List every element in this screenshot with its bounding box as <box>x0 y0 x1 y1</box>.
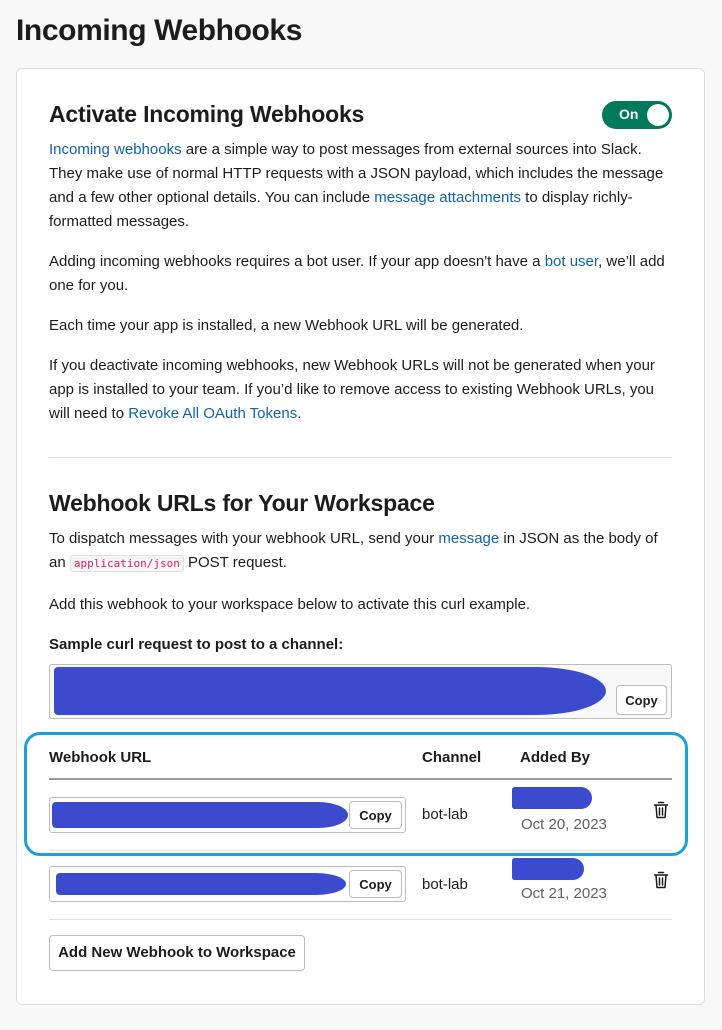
table-header-divider <box>49 778 672 780</box>
webhooks-settings-card: Activate Incoming Webhooks On Incoming w… <box>16 68 705 1005</box>
webhook-channel: bot-lab <box>422 806 468 823</box>
column-header-channel: Channel <box>422 749 482 766</box>
webhooks-section-title: Webhook URLs for Your Workspace <box>49 490 435 516</box>
curl-activate-note: Add this webhook to your workspace below… <box>49 596 531 613</box>
page-title: Incoming Webhooks <box>16 14 302 47</box>
content-type-code: application/json <box>69 555 184 572</box>
dispatch-text-3: POST request. <box>183 554 287 571</box>
revoke-tokens-link[interactable]: Revoke All OAuth Tokens <box>128 405 297 422</box>
redacted-added-by-user <box>512 858 584 880</box>
incoming-webhooks-link[interactable]: Incoming webhooks <box>49 141 182 158</box>
deactivate-text-2: . <box>297 405 302 422</box>
message-link[interactable]: message <box>438 530 499 547</box>
toggle-knob <box>647 104 669 126</box>
copy-webhook-url-button[interactable]: Copy <box>349 870 402 898</box>
redacted-added-by-user <box>512 787 592 809</box>
install-note: Each time your app is installed, a new W… <box>49 317 524 334</box>
bot-user-link[interactable]: bot user <box>545 253 598 270</box>
message-attachments-link[interactable]: message attachments <box>374 189 521 206</box>
dispatch-text-1: To dispatch messages with your webhook U… <box>49 530 439 547</box>
bot-user-text-1: Adding incoming webhooks requires a bot … <box>49 253 545 270</box>
bot-user-note: Adding incoming webhooks requires a bot … <box>49 250 674 298</box>
redacted-curl-command <box>54 667 606 715</box>
section-divider <box>49 457 672 458</box>
deactivate-note: If you deactivate incoming webhooks, new… <box>49 354 674 426</box>
dispatch-description: To dispatch messages with your webhook U… <box>49 527 674 576</box>
webhook-added-date: Oct 21, 2023 <box>521 885 607 902</box>
column-header-webhook-url: Webhook URL <box>49 749 152 766</box>
add-new-webhook-button[interactable]: Add New Webhook to Workspace <box>49 935 305 971</box>
activate-description: Incoming webhooks are a simple way to po… <box>49 138 674 234</box>
webhook-added-date: Oct 20, 2023 <box>521 816 607 833</box>
webhook-channel: bot-lab <box>422 876 468 893</box>
activate-webhooks-toggle[interactable]: On <box>602 101 672 129</box>
sample-curl-box[interactable]: Copy <box>49 664 672 719</box>
redacted-webhook-url <box>56 873 346 895</box>
column-header-added-by: Added By <box>520 749 591 766</box>
sample-curl-label: Sample curl request to post to a channel… <box>49 636 344 653</box>
row-divider <box>49 850 672 851</box>
redacted-webhook-url <box>52 802 348 828</box>
toggle-state-label: On <box>619 106 639 122</box>
row-divider <box>49 919 672 920</box>
webhook-url-field[interactable]: Copy <box>49 866 406 902</box>
copy-webhook-url-button[interactable]: Copy <box>349 801 402 829</box>
copy-curl-button[interactable]: Copy <box>616 685 667 715</box>
activate-section-title: Activate Incoming Webhooks <box>49 101 365 127</box>
trash-icon[interactable] <box>653 801 669 819</box>
trash-icon[interactable] <box>653 871 669 889</box>
webhook-url-field[interactable]: Copy <box>49 797 406 833</box>
